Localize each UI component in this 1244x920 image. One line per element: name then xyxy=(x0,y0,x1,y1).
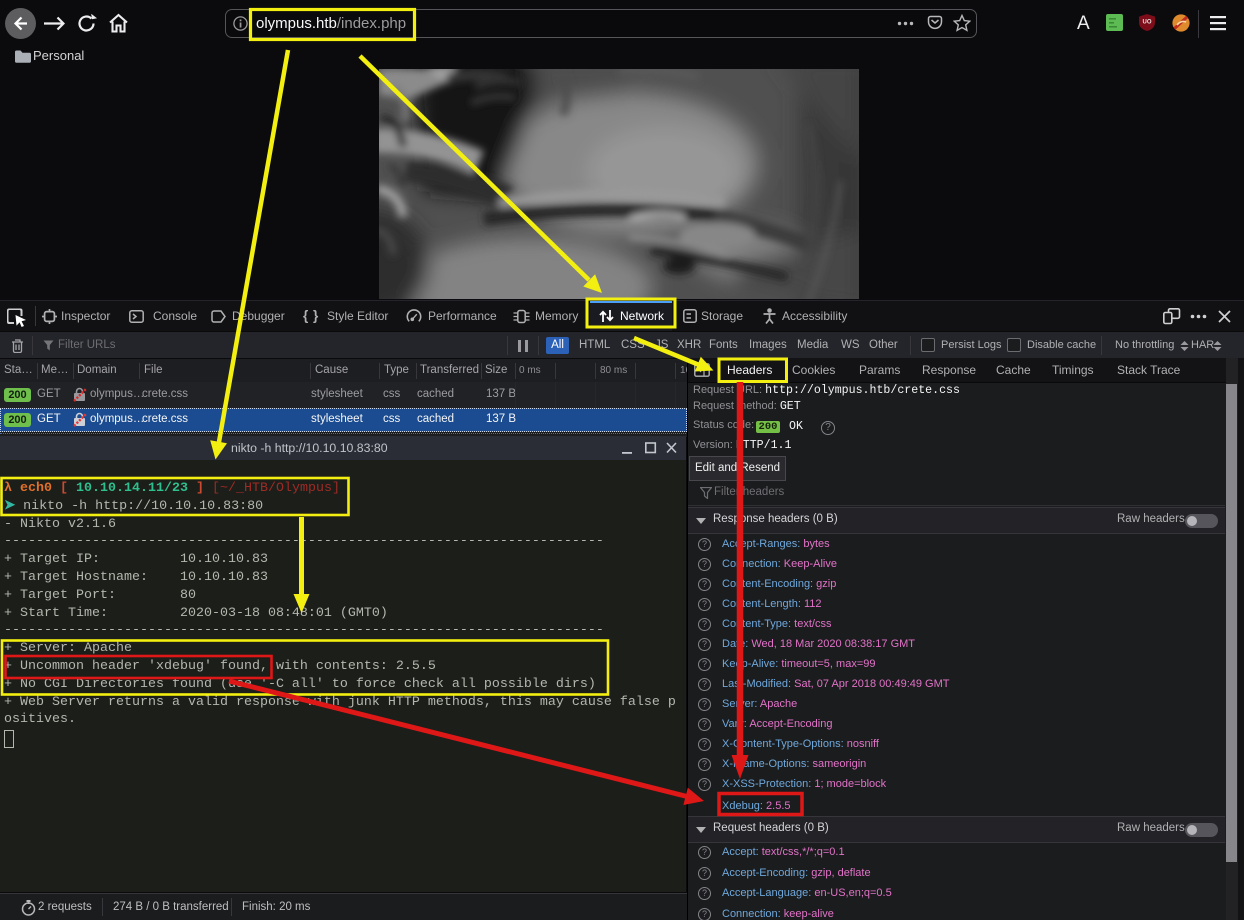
svg-text:UO: UO xyxy=(1143,20,1152,26)
